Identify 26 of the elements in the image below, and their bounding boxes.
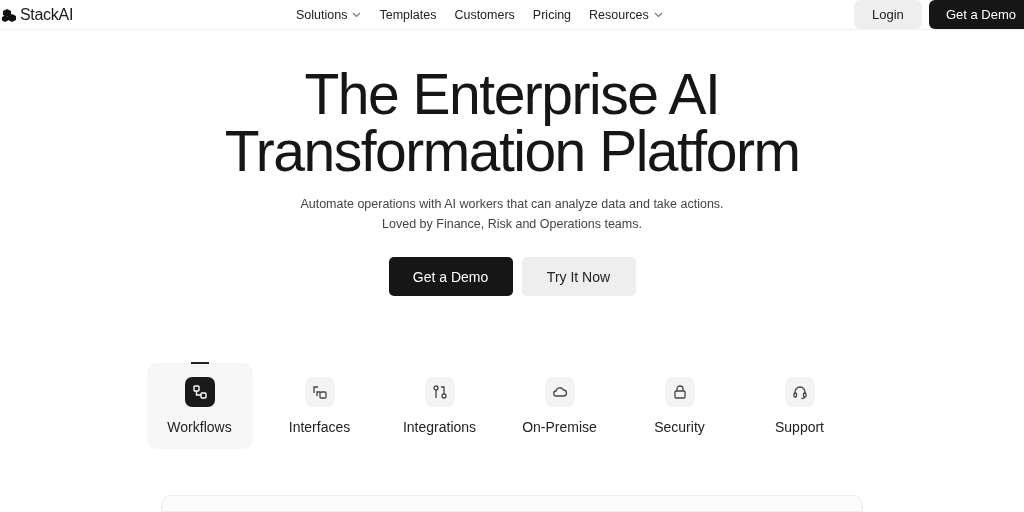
headset-icon xyxy=(791,384,808,401)
feature-tab[interactable]: On-Premise xyxy=(506,363,613,450)
nav-link[interactable]: Customers xyxy=(454,7,515,22)
integration-icon xyxy=(431,384,448,401)
feature-tab[interactable]: Interfaces xyxy=(266,363,373,450)
hero-title: The Enterprise AI Transformation Platform xyxy=(224,66,800,181)
nav-link[interactable]: Solutions xyxy=(296,7,362,22)
demo-button[interactable]: Get a Demo xyxy=(928,0,1024,30)
get-demo-button[interactable]: Get a Demo xyxy=(388,257,513,297)
chevron-down-icon xyxy=(653,11,663,18)
feature-tab[interactable]: Workflows xyxy=(146,363,253,450)
interface-icon xyxy=(311,384,328,401)
feature-tab[interactable]: Support xyxy=(746,363,853,450)
workflow-icon xyxy=(191,384,208,401)
nav-link[interactable]: Pricing xyxy=(532,7,572,22)
hero-subtitle: Automate operations with AI workers that can analyze data and take actions. Loved by Finance, Risk and Operations teams. xyxy=(300,196,724,234)
logo-icon xyxy=(1,6,17,23)
nav-link[interactable]: Templates xyxy=(379,7,437,22)
feature-tab[interactable]: Integrations xyxy=(386,363,493,450)
brand-name[interactable]: StackAI xyxy=(20,5,74,24)
chevron-down-icon xyxy=(352,11,362,18)
login-button[interactable]: Login xyxy=(853,0,922,30)
try-now-button[interactable]: Try It Now xyxy=(521,257,636,297)
feature-tab[interactable]: Security xyxy=(626,363,733,450)
lock-icon xyxy=(671,384,688,401)
nav-link[interactable]: Resources xyxy=(589,7,663,22)
